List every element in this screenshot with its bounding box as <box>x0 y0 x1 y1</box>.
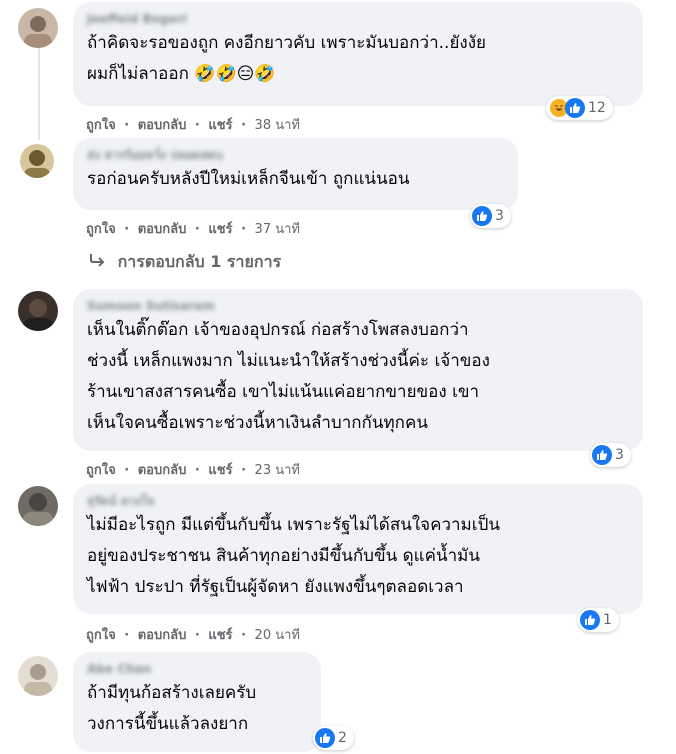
share-link[interactable]: แชร์ <box>208 118 232 133</box>
share-link[interactable]: แชร์ <box>208 222 232 237</box>
comment-bubble: Jeeffeid Bngeri ถ้าคิดจะรอของถูก คงอีกยา… <box>73 2 643 106</box>
reply-link[interactable]: ตอบกลับ <box>138 628 187 643</box>
commenter-name[interactable]: Sumoon Sutisaram <box>87 297 629 315</box>
comment-text: ไม่มีอะไรถูก มีแต่ขึ้นกับขึ้น เพราะรัฐไม… <box>87 515 500 597</box>
comment: สุรัตน์ ดวงใจ ไม่มีอะไรถูก มีแต่ขึ้นกับข… <box>18 484 658 644</box>
separator: · <box>124 628 130 643</box>
comment-bubble: สุรัตน์ ดวงใจ ไม่มีอะไรถูก มีแต่ขึ้นกับข… <box>73 484 643 614</box>
like-icon <box>315 728 335 748</box>
commenter-name[interactable]: สุรัตน์ ดวงใจ <box>87 492 629 510</box>
separator: · <box>194 118 200 133</box>
separator: · <box>124 463 130 478</box>
comment-text: ถ้ามีทุนก้อสร้างเลยครับ วงการนี้ขึ้นแล้ว… <box>87 683 257 734</box>
avatar[interactable] <box>18 8 58 48</box>
reaction-summary[interactable]: 12 <box>546 96 613 120</box>
share-link[interactable]: แชร์ <box>208 463 232 478</box>
timestamp[interactable]: 37 นาที <box>255 222 300 237</box>
comment: Abe Chan ถ้ามีทุนก้อสร้างเลยครับ วงการนี… <box>18 652 658 752</box>
separator: · <box>241 118 247 133</box>
reaction-summary[interactable]: 1 <box>578 608 619 632</box>
like-icon <box>592 445 612 465</box>
comment-text: เห็นในติ๊กต๊อก เจ้าของอุปกรณ์ ก่อสร้างโพ… <box>87 320 490 433</box>
view-replies-link[interactable]: การตอบกลับ 1 รายการ <box>88 250 281 275</box>
comment-actions: ถูกใจ · ตอบกลับ · แชร์ · 37 นาที <box>86 218 300 239</box>
like-icon <box>580 610 600 630</box>
separator: · <box>241 222 247 237</box>
separator: · <box>124 118 130 133</box>
reply-link[interactable]: ตอบกลับ <box>138 222 187 237</box>
comment-bubble: Abe Chan ถ้ามีทุนก้อสร้างเลยครับ วงการนี… <box>73 652 321 752</box>
like-link[interactable]: ถูกใจ <box>86 628 116 643</box>
commenter-name[interactable]: ส่ง สารร้อยหวั่ง ปลอดสดบ <box>87 146 504 164</box>
comment-bubble: ส่ง สารร้อยหวั่ง ปลอดสดบ รอก่อนครับหลังป… <box>73 138 518 210</box>
separator: · <box>241 628 247 643</box>
separator: · <box>194 463 200 478</box>
comment-text: รอก่อนครับหลังปีใหม่เหล็กจีนเข้า ถูกแน่น… <box>87 169 410 189</box>
commenter-name[interactable]: Jeeffeid Bngeri <box>87 10 629 28</box>
separator: · <box>194 628 200 643</box>
like-icon <box>472 206 492 226</box>
comment-actions: ถูกใจ · ตอบกลับ · แชร์ · 20 นาที <box>86 624 300 645</box>
reply-link[interactable]: ตอบกลับ <box>138 463 187 478</box>
avatar[interactable] <box>18 486 58 526</box>
commenter-name[interactable]: Abe Chan <box>87 660 307 678</box>
timestamp[interactable]: 38 นาที <box>255 118 300 133</box>
reply-arrow-icon <box>88 252 106 271</box>
like-link[interactable]: ถูกใจ <box>86 118 116 133</box>
like-link[interactable]: ถูกใจ <box>86 222 116 237</box>
separator: · <box>124 222 130 237</box>
timestamp[interactable]: 23 นาที <box>255 463 300 478</box>
separator: · <box>241 463 247 478</box>
comment-actions: ถูกใจ · ตอบกลับ · แชร์ · 23 นาที <box>86 459 300 480</box>
separator: · <box>194 222 200 237</box>
like-link[interactable]: ถูกใจ <box>86 463 116 478</box>
reaction-summary[interactable]: 3 <box>590 443 631 467</box>
avatar[interactable] <box>18 291 58 331</box>
reaction-count: 3 <box>615 447 624 463</box>
reaction-count: 2 <box>338 730 347 746</box>
comment: Jeeffeid Bngeri ถ้าคิดจะรอของถูก คงอีกยา… <box>18 2 658 135</box>
reply-link[interactable]: ตอบกลับ <box>138 118 187 133</box>
reaction-summary[interactable]: 3 <box>470 204 511 228</box>
share-link[interactable]: แชร์ <box>208 628 232 643</box>
avatar[interactable] <box>18 656 58 696</box>
reply-comment: ส่ง สารร้อยหวั่ง ปลอดสดบ รอก่อนครับหลังป… <box>20 138 660 238</box>
view-replies-label: การตอบกลับ 1 รายการ <box>117 252 282 271</box>
comment: Sumoon Sutisaram เห็นในติ๊กต๊อก เจ้าของอ… <box>18 289 658 479</box>
comment-actions: ถูกใจ · ตอบกลับ · แชร์ · 38 นาที <box>86 114 300 135</box>
reaction-summary[interactable]: 2 <box>313 726 354 750</box>
timestamp[interactable]: 20 นาที <box>255 628 300 643</box>
like-icon <box>565 98 585 118</box>
reaction-count: 3 <box>495 208 504 224</box>
comment-text: ถ้าคิดจะรอของถูก คงอีกยาวคับ เพราะมันบอก… <box>87 33 486 84</box>
avatar[interactable] <box>20 144 54 178</box>
comment-bubble: Sumoon Sutisaram เห็นในติ๊กต๊อก เจ้าของอ… <box>73 289 643 451</box>
reaction-count: 1 <box>603 612 612 628</box>
reaction-count: 12 <box>588 100 606 116</box>
